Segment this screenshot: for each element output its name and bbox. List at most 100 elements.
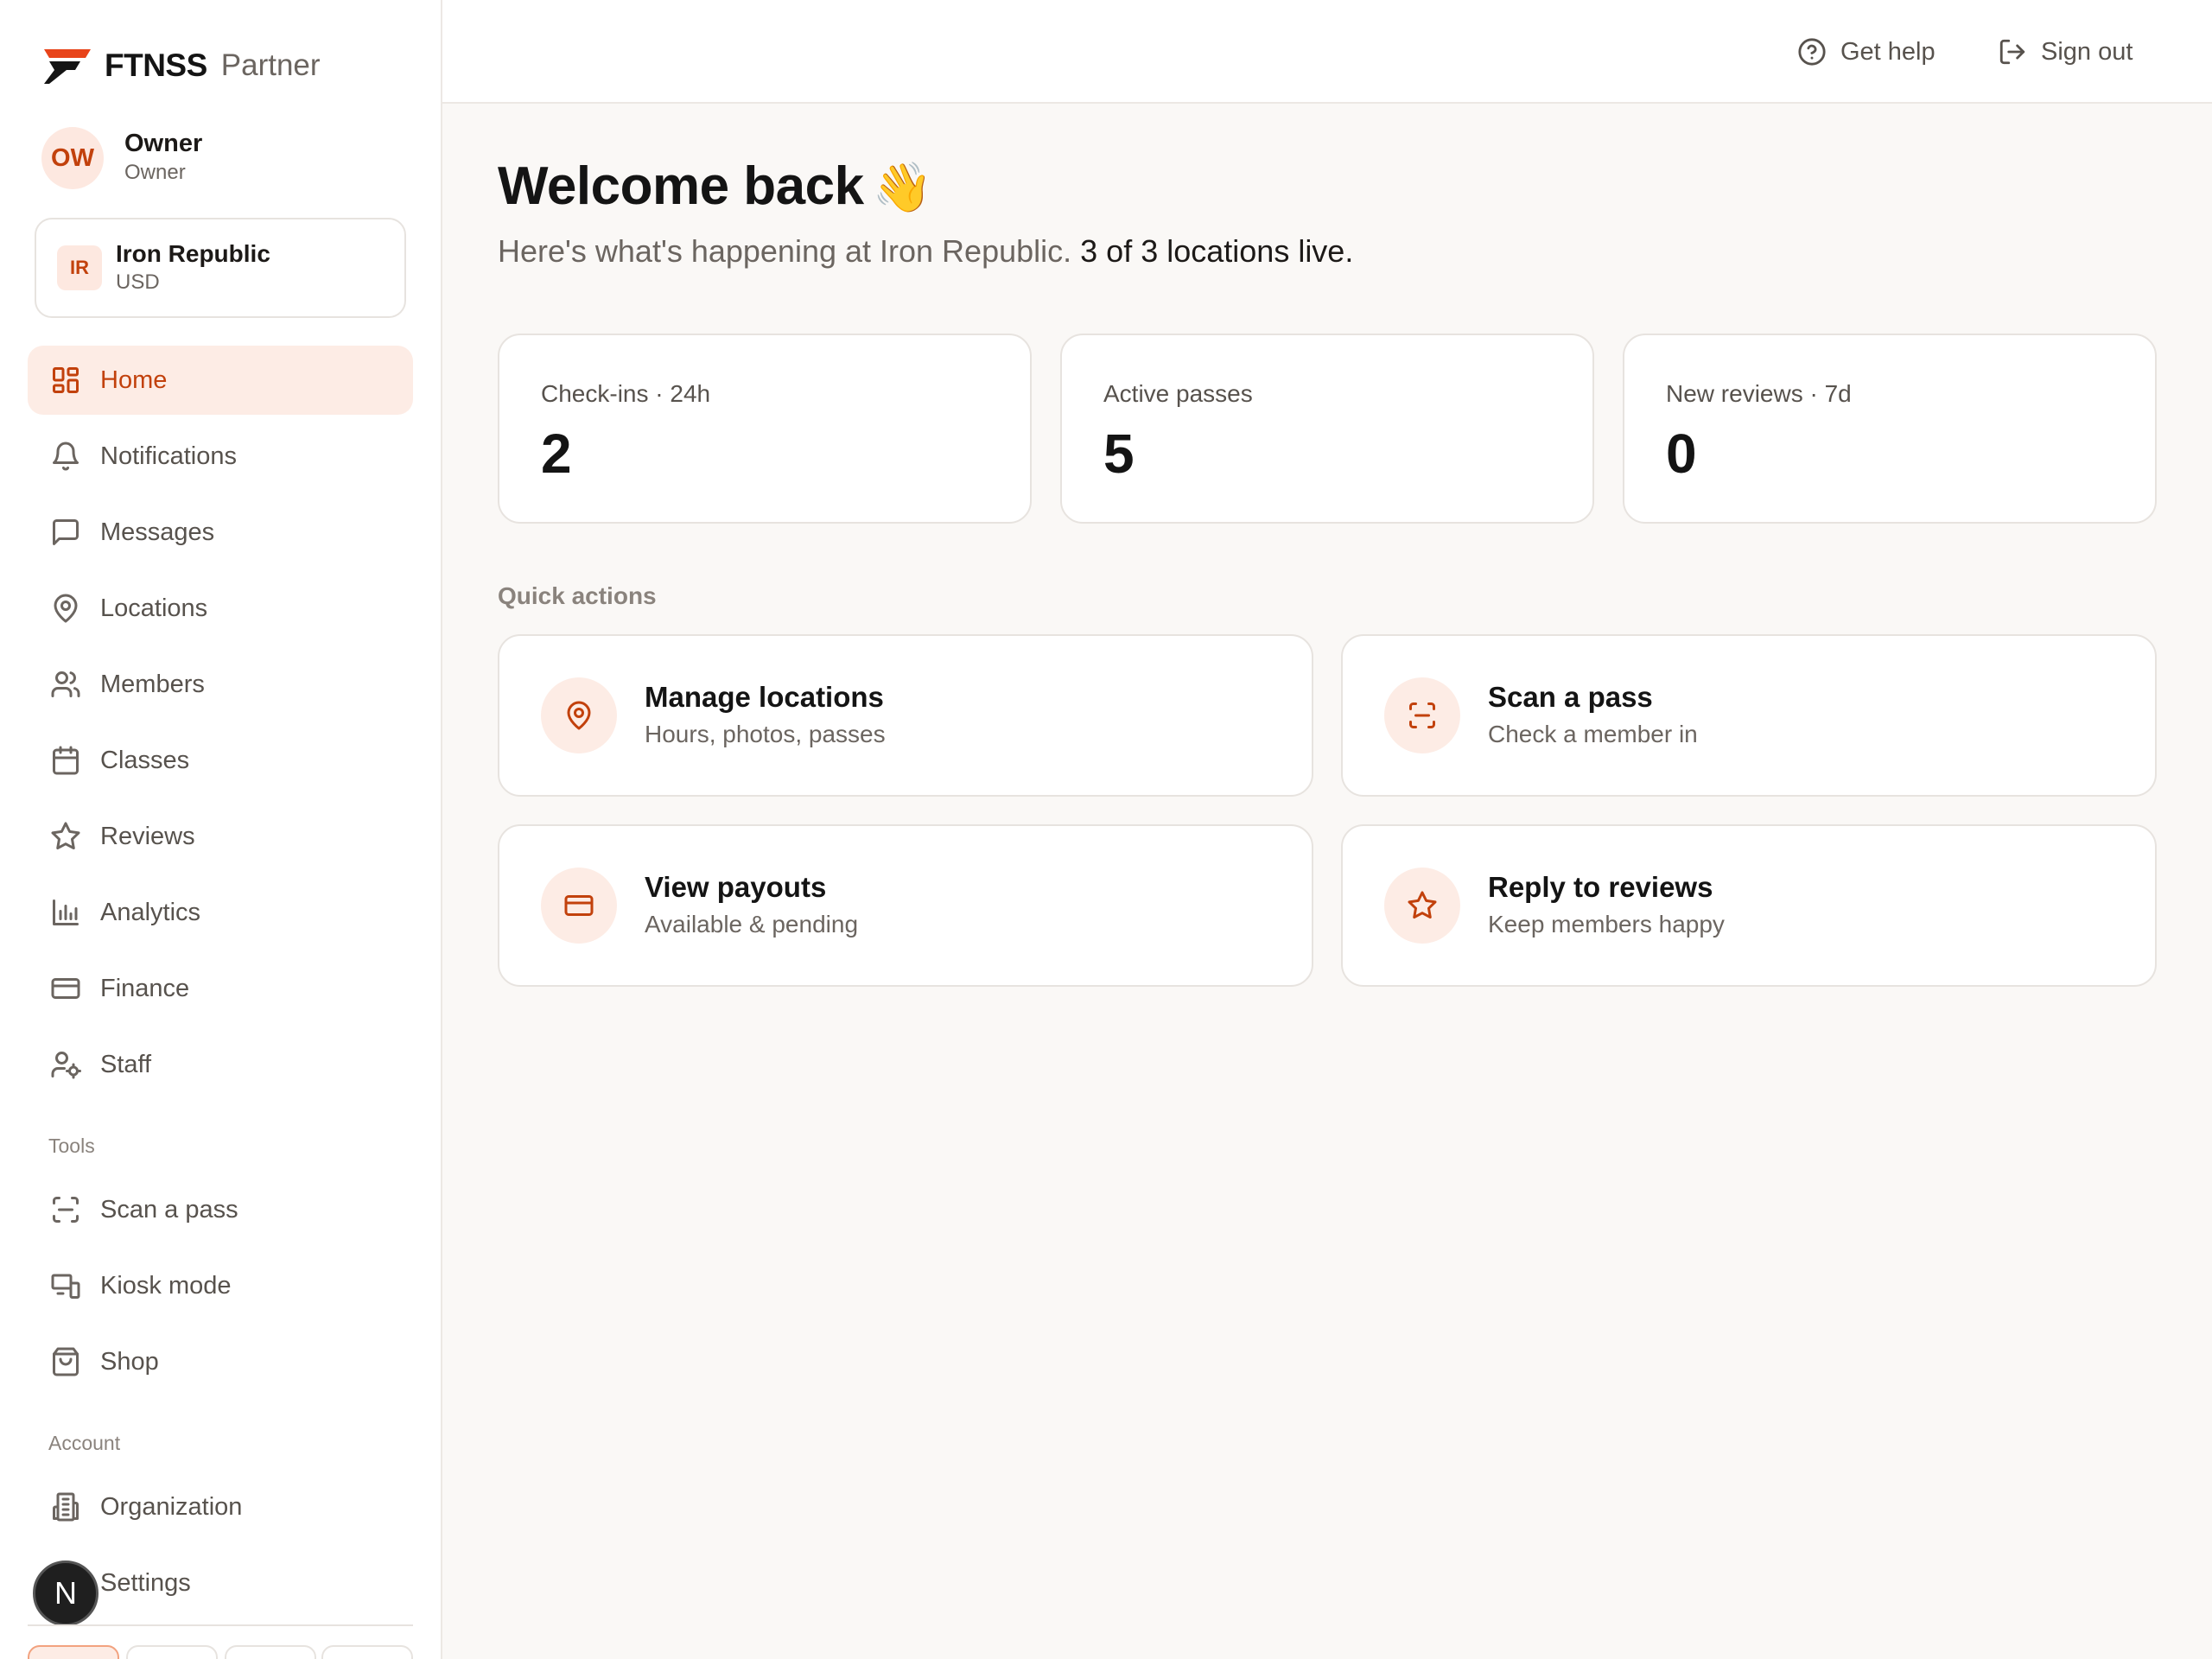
sidebar-item-staff[interactable]: Staff <box>28 1030 413 1099</box>
divider <box>28 1624 413 1626</box>
stat-label: New reviews · 7d <box>1666 380 1852 407</box>
get-help-label: Get help <box>1840 37 1936 66</box>
stat-card-new-reviews: New reviews · 7d 0 <box>1623 334 2157 524</box>
user-name: Owner <box>124 130 203 157</box>
sidebar-item-locations[interactable]: Locations <box>28 574 413 643</box>
quick-action-scan-pass[interactable]: Scan a pass Check a member in <box>1341 634 2157 797</box>
sidebar-item-label: Settings <box>100 1568 191 1597</box>
sidebar-item-kiosk-mode[interactable]: Kiosk mode <box>28 1251 413 1320</box>
quick-action-reply-reviews[interactable]: Reply to reviews Keep members happy <box>1341 824 2157 987</box>
sidebar-item-label: Shop <box>100 1347 159 1376</box>
mini-tab[interactable] <box>28 1645 119 1659</box>
quick-action-desc: Keep members happy <box>1488 911 1725 938</box>
brand-logo-icon <box>44 49 91 84</box>
sidebar-item-label: Members <box>100 670 205 698</box>
brand-name: FTNSS <box>105 48 207 83</box>
mini-tab[interactable] <box>126 1645 218 1659</box>
sidebar-item-label: Staff <box>100 1050 152 1078</box>
sidebar-item-reviews[interactable]: Reviews <box>28 802 413 871</box>
stat-value: 0 <box>1666 423 1697 485</box>
quick-action-manage-locations[interactable]: Manage locations Hours, photos, passes <box>498 634 1313 797</box>
stat-label: Check-ins · 24h <box>541 380 711 407</box>
help-circle-icon <box>1798 38 1826 66</box>
quick-action-desc: Available & pending <box>645 911 859 938</box>
quick-action-title: Manage locations <box>645 681 884 713</box>
scan-icon <box>1384 677 1460 753</box>
log-out-icon <box>1999 39 2025 65</box>
users-icon <box>48 667 83 702</box>
quick-action-desc: Check a member in <box>1488 721 1698 747</box>
sidebar-item-label: Analytics <box>100 898 201 926</box>
subtitle-lead: Here's what's happening at Iron Republic… <box>498 233 1072 269</box>
sidebar-item-finance[interactable]: Finance <box>28 954 413 1023</box>
quick-actions-heading: Quick actions <box>498 582 657 609</box>
sidebar-item-label: Kiosk mode <box>100 1271 232 1300</box>
page-subtitle: Here's what's happening at Iron Republic… <box>498 233 1353 270</box>
welcome-text: Welcome back <box>498 156 864 216</box>
calendar-icon <box>48 743 83 778</box>
sidebar-item-organization[interactable]: Organization <box>28 1472 413 1541</box>
subtitle-locations-live: 3 of 3 locations live. <box>1080 233 1354 269</box>
sidebar-item-label: Messages <box>100 518 215 546</box>
avatar: OW <box>41 127 104 189</box>
brand[interactable]: FTNSS Partner <box>41 45 321 86</box>
page-title: Welcome back 👋 <box>498 156 932 217</box>
sidebar-item-home[interactable]: Home <box>28 346 413 415</box>
quick-action-title: View payouts <box>645 871 827 903</box>
sidebar-item-scan-pass[interactable]: Scan a pass <box>28 1175 413 1244</box>
kiosk-icon <box>48 1268 83 1303</box>
bell-icon <box>48 439 83 474</box>
credit-card-icon <box>48 971 83 1006</box>
stat-value: 5 <box>1103 423 1135 485</box>
org-switcher[interactable]: IR Iron Republic USD <box>35 218 406 318</box>
credit-card-icon <box>541 868 617 944</box>
wave-emoji: 👋 <box>872 160 933 214</box>
user-gear-icon <box>48 1047 83 1082</box>
app-root: FTNSS Partner OW Owner Owner IR Iron Rep… <box>0 0 2212 1659</box>
sidebar-item-label: Home <box>100 365 168 394</box>
sidebar-item-analytics[interactable]: Analytics <box>28 878 413 947</box>
dev-tools-badge[interactable]: N <box>33 1560 99 1626</box>
sidebar-item-label: Scan a pass <box>100 1195 238 1224</box>
sidebar-item-shop[interactable]: Shop <box>28 1327 413 1396</box>
stat-label: Active passes <box>1103 380 1253 407</box>
top-bar: Get help Sign out <box>442 0 2212 104</box>
quick-action-view-payouts[interactable]: View payouts Available & pending <box>498 824 1313 987</box>
bar-chart-icon <box>48 895 83 930</box>
sign-out-button[interactable]: Sign out <box>1998 31 2133 73</box>
brand-subtitle: Partner <box>220 48 321 82</box>
stat-card-checkins: Check-ins · 24h 2 <box>498 334 1032 524</box>
org-badge: IR <box>57 245 102 290</box>
sidebar-item-classes[interactable]: Classes <box>28 726 413 795</box>
quick-action-title: Scan a pass <box>1488 681 1653 713</box>
sidebar-item-members[interactable]: Members <box>28 650 413 719</box>
scan-icon <box>48 1192 83 1227</box>
message-icon <box>48 515 83 550</box>
org-name: Iron Republic <box>116 240 270 267</box>
sidebar-item-notifications[interactable]: Notifications <box>28 422 413 491</box>
sidebar-item-label: Reviews <box>100 822 195 850</box>
shopping-bag-icon <box>48 1344 83 1379</box>
stat-value: 2 <box>541 423 572 485</box>
grid-icon <box>48 363 83 397</box>
sidebar-item-label: Notifications <box>100 442 237 470</box>
map-pin-icon <box>541 677 617 753</box>
sidebar-item-label: Locations <box>100 594 208 622</box>
sidebar-item-messages[interactable]: Messages <box>28 498 413 567</box>
mini-tab[interactable] <box>225 1645 316 1659</box>
sidebar-item-label: Organization <box>100 1492 243 1521</box>
mini-tab[interactable] <box>321 1645 413 1659</box>
sign-out-label: Sign out <box>2041 37 2133 66</box>
user-role: Owner <box>124 161 186 184</box>
get-help-button[interactable]: Get help <box>1797 31 1936 73</box>
sidebar-item-label: Finance <box>100 974 190 1002</box>
map-pin-icon <box>48 591 83 626</box>
section-label-account: Account <box>48 1432 121 1454</box>
sidebar-item-label: Classes <box>100 746 190 774</box>
user-profile[interactable]: OW Owner Owner <box>41 127 202 189</box>
quick-action-title: Reply to reviews <box>1488 871 1713 903</box>
star-icon <box>48 819 83 854</box>
stat-card-active-passes: Active passes 5 <box>1060 334 1594 524</box>
sidebar: FTNSS Partner OW Owner Owner IR Iron Rep… <box>0 0 442 1659</box>
quick-action-desc: Hours, photos, passes <box>645 721 886 747</box>
